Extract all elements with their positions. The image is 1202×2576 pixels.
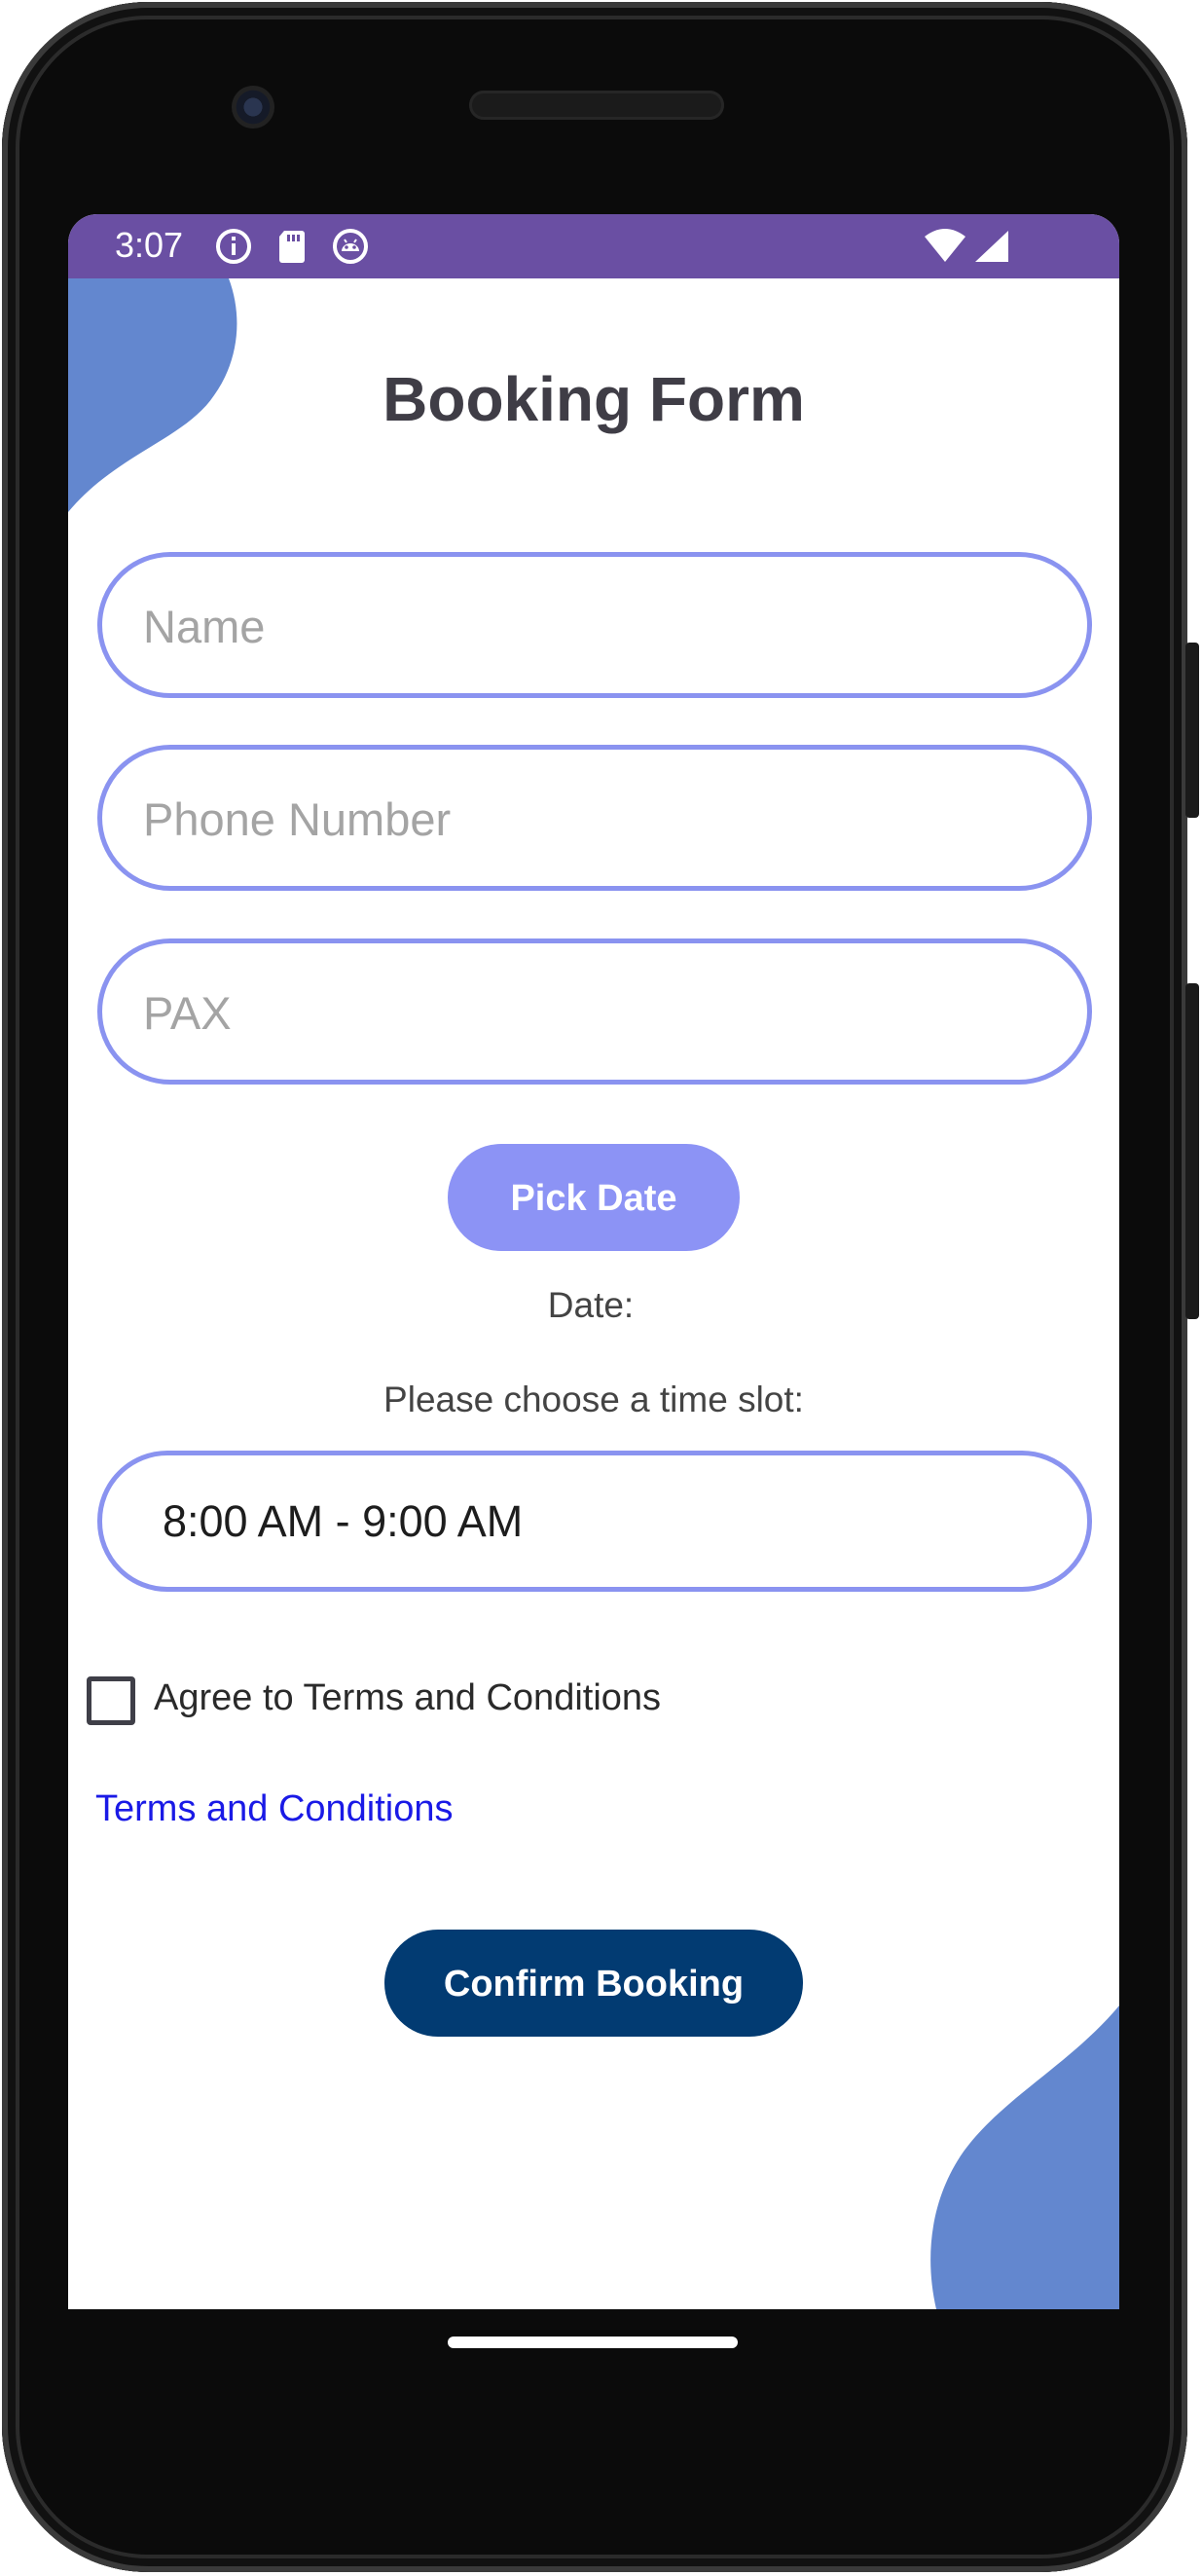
sd-card-icon xyxy=(279,231,305,263)
status-time: 3:07 xyxy=(115,225,184,265)
wifi-icon xyxy=(925,229,965,262)
time-slot-prompt: Please choose a time slot: xyxy=(383,1380,804,1419)
agree-checkbox[interactable] xyxy=(87,1676,135,1725)
front-camera xyxy=(232,86,274,129)
phone-field[interactable] xyxy=(97,745,1092,891)
earpiece-speaker xyxy=(469,91,724,120)
home-indicator[interactable] xyxy=(448,2337,738,2348)
volume-button xyxy=(1185,983,1199,1319)
agree-checkbox-label[interactable]: Agree to Terms and Conditions xyxy=(154,1674,661,1721)
phone-device: 3:07 Booking Form Name Phone Number PAX … xyxy=(0,0,1202,2576)
name-field[interactable] xyxy=(97,552,1092,698)
pax-field[interactable] xyxy=(97,938,1092,1085)
confirm-booking-button[interactable]: Confirm Booking xyxy=(384,1930,803,2037)
page-title: Booking Form xyxy=(382,364,805,434)
pick-date-button[interactable]: Pick Date xyxy=(448,1144,740,1251)
time-slot-selected-value: 8:00 AM - 9:00 AM xyxy=(163,1496,524,1546)
app-screen: 3:07 Booking Form Name Phone Number PAX … xyxy=(68,214,1119,2309)
date-label: Date: xyxy=(547,1285,635,1325)
info-icon xyxy=(216,229,251,264)
decorative-blob-bottom-right xyxy=(930,2006,1119,2309)
pax-input[interactable] xyxy=(141,943,1050,1082)
time-slot-select[interactable]: 8:00 AM - 9:00 AM xyxy=(97,1451,1092,1592)
android-debug-icon xyxy=(333,229,368,264)
name-input[interactable] xyxy=(141,557,1050,695)
status-bar: 3:07 xyxy=(68,214,1119,278)
terms-and-conditions-link[interactable]: Terms and Conditions xyxy=(95,1785,454,1832)
phone-input[interactable] xyxy=(141,750,1050,888)
cell-signal-icon xyxy=(975,231,1008,262)
power-button xyxy=(1185,643,1199,818)
